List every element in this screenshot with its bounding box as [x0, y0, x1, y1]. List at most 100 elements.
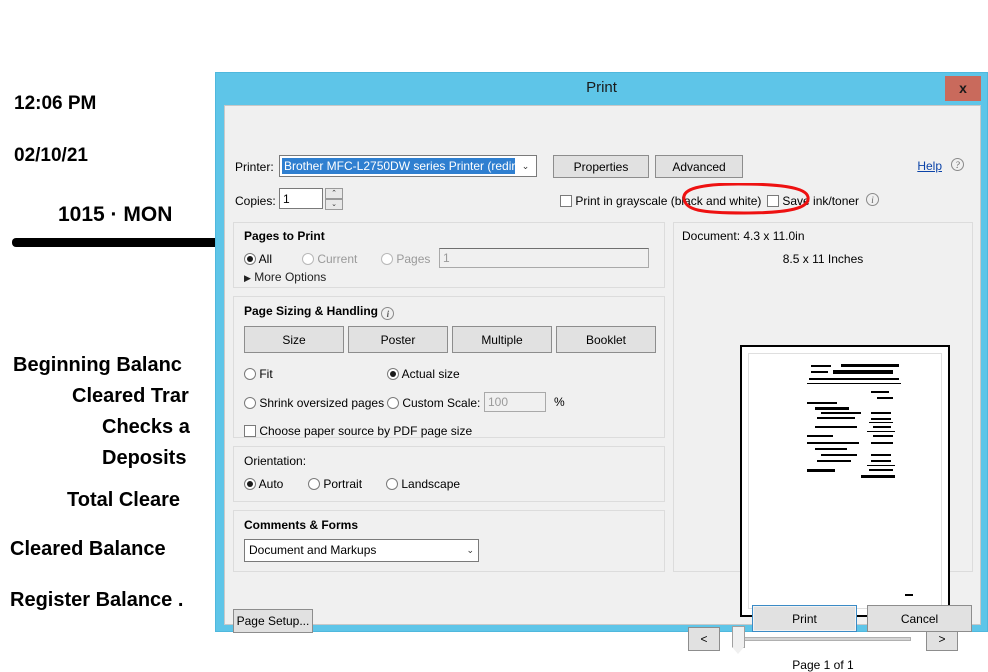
save-ink-checkbox[interactable]: Save ink/toner — [767, 194, 859, 208]
print-grayscale-label: Print in grayscale (black and white) — [575, 194, 762, 208]
radio-scale-shrink-label: Shrink oversized pages — [259, 396, 385, 410]
page-setup-button[interactable]: Page Setup... — [233, 609, 313, 633]
radio-icon — [381, 253, 393, 265]
comments-forms-value: Document and Markups — [249, 543, 377, 557]
paper-source-label: Choose paper source by PDF page size — [259, 424, 473, 438]
radio-pages-all-label: All — [258, 252, 273, 266]
radio-pages-range[interactable]: Pages — [381, 252, 430, 266]
paper-size-text: 8.5 x 11 Inches — [782, 252, 864, 266]
radio-scale-actual-size-label: Actual size — [401, 367, 460, 381]
dialog-body: Printer: Brother MFC-L2750DW series Prin… — [224, 105, 981, 672]
orientation-group: Orientation: Auto Portrait Landscape — [233, 446, 665, 502]
background-row-register-balance: Register Balance . — [10, 589, 184, 611]
radio-icon — [244, 253, 256, 265]
radio-icon — [302, 253, 314, 265]
preview-paper-sheet — [740, 345, 950, 617]
radio-scale-actual-size[interactable]: Actual size — [387, 367, 460, 381]
page-sizing-title-text: Page Sizing & Handling — [244, 304, 379, 318]
percent-label: % — [554, 395, 565, 409]
pages-to-print-title: Pages to Print — [244, 229, 325, 243]
radio-icon — [308, 478, 320, 490]
radio-icon — [244, 368, 256, 380]
radio-scale-fit[interactable]: Fit — [244, 367, 273, 381]
preview-page-footer-mark — [905, 594, 913, 596]
radio-icon — [244, 397, 256, 409]
page-slider-thumb[interactable] — [732, 626, 745, 654]
background-time: 12:06 PM — [14, 93, 97, 114]
custom-scale-input[interactable] — [484, 392, 546, 412]
radio-orientation-auto[interactable]: Auto — [244, 477, 283, 491]
radio-scale-custom-label: Custom Scale: — [402, 396, 481, 410]
printer-label: Printer: — [235, 160, 274, 174]
print-dialog: Print x Printer: Brother MFC-L2750DW ser… — [215, 72, 988, 672]
print-grayscale-checkbox[interactable]: Print in grayscale (black and white) — [560, 194, 761, 208]
pages-to-print-group: Pages to Print All Current Pages ▶ More … — [233, 222, 665, 288]
page-sizing-group: Page Sizing & Handling i Size Poster Mul… — [233, 296, 665, 438]
help-icon[interactable]: ? — [951, 158, 964, 171]
radio-icon — [244, 478, 256, 490]
comments-forms-select[interactable]: Document and Markups ⌄ — [244, 539, 479, 562]
background-row-checks: Checks a — [102, 416, 190, 438]
radio-pages-all[interactable]: All — [244, 252, 272, 266]
cancel-button[interactable]: Cancel — [867, 605, 972, 632]
printer-advanced-button[interactable]: Advanced — [655, 155, 743, 178]
printer-select[interactable]: Brother MFC-L2750DW series Printer (redi… — [279, 155, 537, 177]
background-account-title: 1015 · MON — [58, 203, 173, 226]
booklet-button[interactable]: Booklet — [556, 326, 656, 353]
more-options-toggle[interactable]: ▶ More Options — [244, 270, 326, 284]
printer-properties-button[interactable]: Properties — [553, 155, 649, 178]
multiple-button[interactable]: Multiple — [452, 326, 552, 353]
radio-pages-current[interactable]: Current — [302, 252, 357, 266]
dialog-title: Print — [586, 79, 617, 96]
comments-forms-group: Comments & Forms Document and Markups ⌄ — [233, 510, 665, 572]
copies-spinner-down-icon[interactable]: ⌄ — [325, 199, 343, 210]
radio-scale-shrink[interactable]: Shrink oversized pages — [244, 396, 384, 410]
chevron-down-icon[interactable]: ⌄ — [517, 159, 534, 174]
copies-label: Copies: — [235, 194, 276, 208]
poster-button[interactable]: Poster — [348, 326, 448, 353]
paper-source-checkbox[interactable]: Choose paper source by PDF page size — [244, 424, 472, 438]
info-icon[interactable]: i — [866, 193, 879, 206]
dialog-titlebar: Print x — [216, 73, 987, 105]
radio-orientation-portrait-label: Portrait — [323, 477, 363, 491]
radio-scale-custom[interactable]: Custom Scale: — [387, 396, 480, 410]
page-sizing-title: Page Sizing & Handling i — [244, 304, 395, 320]
printer-selected-value: Brother MFC-L2750DW series Printer (redi… — [282, 158, 515, 174]
document-size-text: Document: 4.3 x 11.0in — [682, 229, 805, 243]
more-options-label: More Options — [254, 270, 327, 284]
close-icon[interactable]: x — [945, 76, 981, 101]
radio-pages-range-label: Pages — [396, 252, 431, 266]
checkbox-icon — [244, 425, 256, 437]
background-row-beginning-balance: Beginning Balanc — [13, 354, 182, 376]
radio-orientation-landscape[interactable]: Landscape — [386, 477, 460, 491]
copies-spinner-up-icon[interactable]: ⌃ — [325, 188, 343, 199]
background-date: 02/10/21 — [14, 145, 88, 166]
copies-input[interactable] — [279, 188, 323, 209]
background-divider-rule — [12, 238, 224, 247]
background-row-cleared-balance: Cleared Balance — [10, 538, 166, 560]
radio-icon — [386, 478, 398, 490]
save-ink-label: Save ink/toner — [782, 194, 860, 208]
radio-icon — [387, 397, 399, 409]
help-link[interactable]: Help — [917, 159, 942, 173]
radio-orientation-landscape-label: Landscape — [401, 477, 461, 491]
print-button[interactable]: Print — [752, 605, 857, 632]
size-button[interactable]: Size — [244, 326, 344, 353]
checkbox-icon — [560, 195, 572, 207]
page-indicator: Page 1 of 1 — [792, 658, 854, 672]
radio-orientation-auto-label: Auto — [258, 477, 284, 491]
chevron-right-icon: ▶ — [244, 273, 251, 283]
info-icon[interactable]: i — [381, 307, 395, 320]
page-slider-track[interactable] — [736, 637, 911, 641]
background-row-deposits: Deposits — [102, 447, 187, 469]
radio-pages-current-label: Current — [317, 252, 358, 266]
chevron-down-icon: ⌄ — [466, 545, 474, 555]
pages-range-input[interactable] — [439, 248, 649, 268]
orientation-label: Orientation: — [244, 454, 307, 468]
preview-page-content — [748, 353, 942, 609]
checkbox-icon — [767, 195, 779, 207]
previous-page-button[interactable]: < — [688, 627, 720, 651]
radio-orientation-portrait[interactable]: Portrait — [308, 477, 362, 491]
print-preview-pane: Document: 4.3 x 11.0in 8.5 x 11 Inches <… — [673, 222, 973, 672]
radio-scale-fit-label: Fit — [259, 367, 273, 381]
